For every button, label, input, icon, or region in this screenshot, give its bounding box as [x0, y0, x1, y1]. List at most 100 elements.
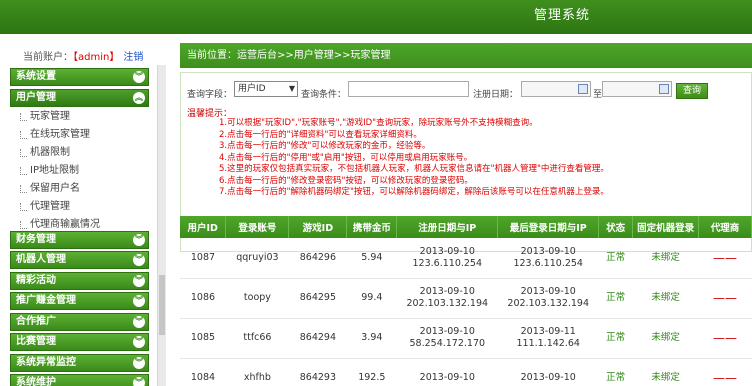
cell-uid: 1087 [180, 238, 226, 279]
account-info: 当前账户：【admin】 注销 [23, 48, 143, 63]
chevron-up-icon: ︽ [133, 92, 145, 104]
chevron-down-icon: ︾ [133, 254, 145, 266]
column-header[interactable]: 游戏ID [288, 216, 348, 238]
field-label: 查询字段： [187, 90, 233, 100]
menu-label: 系统设置 [16, 71, 56, 82]
column-header[interactable]: 用户ID [180, 216, 227, 238]
query-button[interactable]: 查询 [676, 83, 708, 99]
column-header[interactable]: 注册日期与IP [396, 216, 499, 238]
menu-system-settings[interactable]: 系统设置 ︾ [10, 68, 149, 86]
cell-status: 正常 [598, 318, 633, 359]
column-header[interactable]: 状态 [598, 216, 634, 238]
cell-register: 2013-09-10 58.254.172.170 [396, 318, 498, 359]
submenu-machine-restriction[interactable]: 机器限制 [18, 144, 100, 162]
players-table: 用户ID 登录账号 游戏ID 携带金币 注册日期与IP 最后登录日期与IP 状态… [180, 216, 752, 386]
cell-gold: 5.94 [346, 238, 397, 279]
table-row[interactable]: 1084 xhfhb 864293 192.5 2013-09-10 2013-… [180, 358, 752, 386]
last-date: 2013-09-10 [520, 372, 576, 383]
sidebar-scrollbar[interactable] [157, 65, 166, 386]
menu-label: 比赛管理 [16, 336, 56, 347]
cell-account: xhfhb [225, 358, 289, 386]
column-header[interactable]: 登录账号 [225, 216, 290, 238]
cell-last-login: 2013-09-10 123.6.110.254 [497, 238, 599, 279]
menu-label: 合作推广 [16, 316, 56, 327]
chevron-down-icon: ︾ [133, 357, 145, 369]
menu-promotion-earnings[interactable]: 推广赚金管理 ︾ [10, 292, 149, 310]
dropdown-arrow-icon: ▼ [288, 84, 295, 93]
menu-system-monitor[interactable]: 系统异常监控 ︾ [10, 354, 149, 372]
to-label: 至 [593, 90, 603, 100]
last-date: 2013-09-10 [520, 245, 576, 257]
calendar-icon[interactable] [659, 84, 669, 94]
date-from-input[interactable] [521, 81, 591, 97]
last-ip: 111.1.142.64 [516, 338, 580, 349]
cell-last-login: 2013-09-10 202.103.132.194 [497, 278, 599, 319]
menu-label: 机器人管理 [16, 254, 66, 265]
reg-date-label: 注册日期： [473, 90, 519, 100]
cell-status: 正常 [598, 358, 633, 386]
cell-register: 2013-09-10 123.6.110.254 [396, 238, 498, 279]
reg-date: 2013-09-10 [419, 326, 475, 337]
cell-register: 2013-09-10 202.103.132.194 [396, 278, 498, 319]
menu-label: 系统异常监控 [16, 357, 76, 368]
top-header: 管理系统 [0, 0, 752, 34]
menu-match-management[interactable]: 比赛管理 ︾ [10, 333, 149, 351]
chevron-down-icon: ︾ [133, 377, 145, 386]
column-header[interactable]: 代理商 [698, 216, 752, 238]
table-row[interactable]: 1085 ttfc66 864294 3.94 2013-09-10 58.254… [180, 318, 752, 359]
menu-label: 精彩活动 [16, 275, 56, 286]
date-to-input[interactable] [602, 81, 672, 97]
cell-last-login: 2013-09-11 111.1.142.64 [497, 318, 599, 359]
cell-gold: 99.4 [346, 278, 397, 319]
tip-line: 1.可以根据"玩家ID","玩家账号","游戏ID"查询玩家，除玩家账号外不支持… [219, 118, 538, 128]
menu-finance[interactable]: 财务管理 ︾ [10, 231, 149, 249]
submenu-player-management[interactable]: 玩家管理 [18, 108, 100, 126]
field-select[interactable]: 用户ID ▼ [234, 81, 298, 97]
menu-label: 推广赚金管理 [16, 295, 76, 306]
menu-user-management[interactable]: 用户管理 ︽ [10, 89, 149, 107]
cell-agent: —— [698, 318, 752, 359]
field-select-value: 用户ID [238, 84, 266, 94]
user-management-submenu: 玩家管理 在线玩家管理 机器限制 IP地址限制 保留用户名 代理管理 代理商输赢… [18, 108, 100, 234]
logout-link[interactable]: 注销 [123, 52, 143, 63]
condition-input[interactable] [348, 81, 469, 97]
cell-status: 正常 [598, 278, 633, 319]
column-header[interactable]: 携带金币 [346, 216, 398, 238]
main-content: 当前位置：运营后台>>用户管理>>玩家管理 查询字段： 用户ID ▼ 查询条件： … [180, 43, 752, 386]
cell-gold: 3.94 [346, 318, 397, 359]
cell-machine-bind: 未绑定 [632, 278, 699, 319]
submenu-online-players[interactable]: 在线玩家管理 [18, 126, 100, 144]
table-row[interactable]: 1087 qqruyi03 864296 5.94 2013-09-10 123.… [180, 238, 752, 279]
menu-robot-management[interactable]: 机器人管理 ︾ [10, 251, 149, 269]
cell-agent: —— [698, 238, 752, 279]
menu-events[interactable]: 精彩活动 ︾ [10, 272, 149, 290]
last-date: 2013-09-10 [520, 286, 576, 297]
submenu-agent-management[interactable]: 代理管理 [18, 198, 100, 216]
reg-date: 2013-09-10 [419, 286, 475, 297]
menu-cooperation[interactable]: 合作推广 ︾ [10, 313, 149, 331]
submenu-reserved-usernames[interactable]: 保留用户名 [18, 180, 100, 198]
cell-account: qqruyi03 [225, 238, 289, 279]
column-header[interactable]: 最后登录日期与IP [497, 216, 600, 238]
table-row[interactable]: 1086 toopy 864295 99.4 2013-09-10 202.103… [180, 278, 752, 319]
column-header[interactable]: 固定机器登录 [632, 216, 700, 238]
cell-account: ttfc66 [225, 318, 289, 359]
reg-ip: 123.6.110.254 [412, 257, 483, 269]
breadcrumb: 当前位置：运营后台>>用户管理>>玩家管理 [180, 43, 752, 68]
last-date: 2013-09-11 [520, 326, 576, 337]
chevron-down-icon: ︾ [133, 71, 145, 83]
tips-list: 1.可以根据"玩家ID","玩家账号","游戏ID"查询玩家，除玩家账号外不支持… [219, 118, 609, 199]
chevron-down-icon: ︾ [133, 316, 145, 328]
menu-label: 系统维护 [16, 377, 56, 386]
calendar-icon[interactable] [578, 84, 588, 94]
cell-agent: —— [698, 358, 752, 386]
cell-machine-bind: 未绑定 [632, 238, 699, 279]
cell-status: 正常 [598, 238, 633, 279]
submenu-ip-restriction[interactable]: IP地址限制 [18, 162, 100, 180]
last-ip: 123.6.110.254 [513, 257, 583, 269]
tip-line: 6.点击每一行后的"修改登录密码"按钮，可以修改玩家的登录密码。 [219, 175, 473, 186]
cell-machine-bind: 未绑定 [632, 358, 699, 386]
menu-system-maintenance[interactable]: 系统维护 ︾ [10, 374, 149, 386]
chevron-down-icon: ︾ [133, 275, 145, 287]
scrollbar-thumb[interactable] [159, 275, 165, 335]
